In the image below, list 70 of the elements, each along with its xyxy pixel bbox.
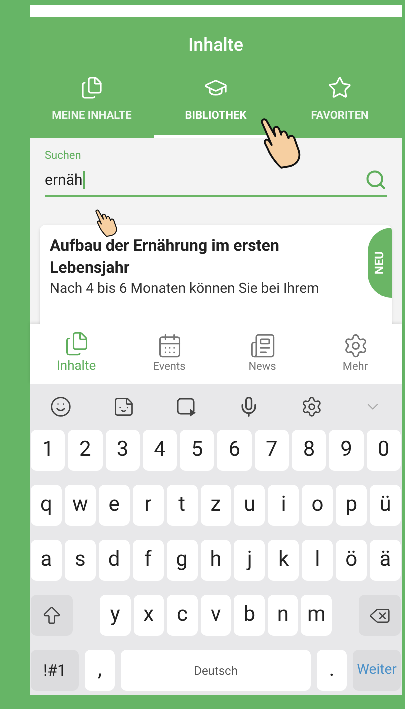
keyboard-key[interactable]: j bbox=[234, 540, 266, 581]
keyboard-key[interactable]: c bbox=[167, 595, 198, 636]
search-icon bbox=[365, 169, 387, 192]
keyboard-key[interactable]: e bbox=[98, 485, 130, 526]
keyboard-key[interactable]: v bbox=[200, 595, 232, 636]
keyboard-key[interactable]: 8 bbox=[292, 430, 326, 471]
period-key[interactable]: . bbox=[317, 650, 347, 691]
keyboard-key[interactable]: p bbox=[336, 485, 368, 526]
symbols-key[interactable]: !#1 bbox=[31, 650, 79, 691]
keyboard-key[interactable]: t bbox=[166, 485, 198, 526]
shift-key[interactable] bbox=[31, 595, 73, 636]
search-value: ernäh bbox=[45, 170, 83, 191]
search-label: Suchen bbox=[45, 148, 82, 164]
keyboard-key[interactable]: 0 bbox=[366, 430, 401, 471]
keyboard-key[interactable]: 3 bbox=[106, 430, 140, 471]
keyboard-key[interactable]: h bbox=[200, 540, 232, 581]
keyboard-key[interactable]: ö bbox=[336, 540, 368, 581]
documents-icon bbox=[80, 76, 104, 100]
keyboard-key[interactable]: 2 bbox=[68, 430, 103, 471]
comma-key[interactable]: , bbox=[85, 650, 115, 691]
keyboard-key[interactable]: m bbox=[301, 595, 332, 636]
keyboard-key[interactable]: k bbox=[268, 540, 300, 581]
screen-title: Inhalte bbox=[187, 34, 245, 58]
newspaper-icon bbox=[250, 332, 276, 359]
keyboard-key[interactable]: a bbox=[31, 540, 62, 581]
nav-item[interactable]: News bbox=[216, 324, 309, 384]
keyboard-key[interactable]: ä bbox=[370, 540, 401, 581]
keyboard-key[interactable]: l bbox=[302, 540, 334, 581]
settings-icon bbox=[342, 332, 368, 359]
keyboard-key[interactable]: 6 bbox=[217, 430, 252, 471]
keyboard-key[interactable]: 4 bbox=[142, 430, 178, 471]
calendar-icon bbox=[156, 332, 182, 359]
shift-arrow-icon bbox=[41, 604, 63, 626]
backspace-key[interactable] bbox=[359, 595, 402, 636]
keyboard-key[interactable]: b bbox=[234, 595, 265, 636]
pointing-hand-icon bbox=[94, 209, 118, 237]
keyboard-key[interactable]: u bbox=[234, 485, 266, 526]
keyboard-key[interactable]: o bbox=[302, 485, 334, 526]
star-icon bbox=[328, 76, 352, 100]
keyboard-key[interactable]: 7 bbox=[254, 430, 290, 471]
keyboard-key[interactable]: y bbox=[100, 595, 131, 636]
keyboard-key[interactable]: 1 bbox=[31, 430, 66, 471]
keyboard-key[interactable]: q bbox=[31, 485, 62, 526]
search-field[interactable]: ernäh bbox=[45, 169, 387, 196]
card-text: Nach 4 bis 6 Monaten können Sie bei Ihrem bbox=[50, 280, 320, 298]
keyboard-key[interactable]: x bbox=[134, 595, 164, 636]
emoji-icon bbox=[50, 396, 72, 418]
text-cursor bbox=[82, 171, 85, 190]
sticker-icon bbox=[112, 396, 135, 418]
card-title: Aufbau der Ernährung im ersten Lebensjahr bbox=[50, 234, 280, 278]
nav-item[interactable]: Events bbox=[123, 324, 216, 384]
keyboard-key[interactable]: z bbox=[200, 485, 232, 526]
keyboard-key[interactable]: f bbox=[132, 540, 164, 581]
new-badge: NEU bbox=[368, 228, 392, 298]
keyboard-key[interactable]: 5 bbox=[180, 430, 214, 471]
settings-icon bbox=[300, 396, 323, 418]
keyboard-key[interactable]: r bbox=[132, 485, 164, 526]
keyboard-key[interactable]: n bbox=[268, 595, 298, 636]
keyboard-key[interactable]: i bbox=[268, 485, 300, 526]
nav-item[interactable]: Mehr bbox=[309, 324, 402, 384]
pointing-hand-icon bbox=[258, 117, 302, 169]
keyboard-key[interactable]: d bbox=[98, 540, 130, 581]
keyboard-key[interactable]: s bbox=[64, 540, 96, 581]
keyboard-key[interactable]: 9 bbox=[329, 430, 364, 471]
keyboard-key[interactable]: w bbox=[64, 485, 96, 526]
content-card[interactable]: Aufbau der Ernährung im ersten Lebensjahr Nach 4 bis 6 Monaten können Sie bei Ihrem NEU bbox=[40, 224, 392, 324]
keyboard-key[interactable]: g bbox=[166, 540, 198, 581]
documents-icon bbox=[64, 331, 90, 358]
space-key[interactable]: Deutsch bbox=[121, 650, 311, 691]
keyboard-key[interactable]: ü bbox=[370, 485, 401, 526]
